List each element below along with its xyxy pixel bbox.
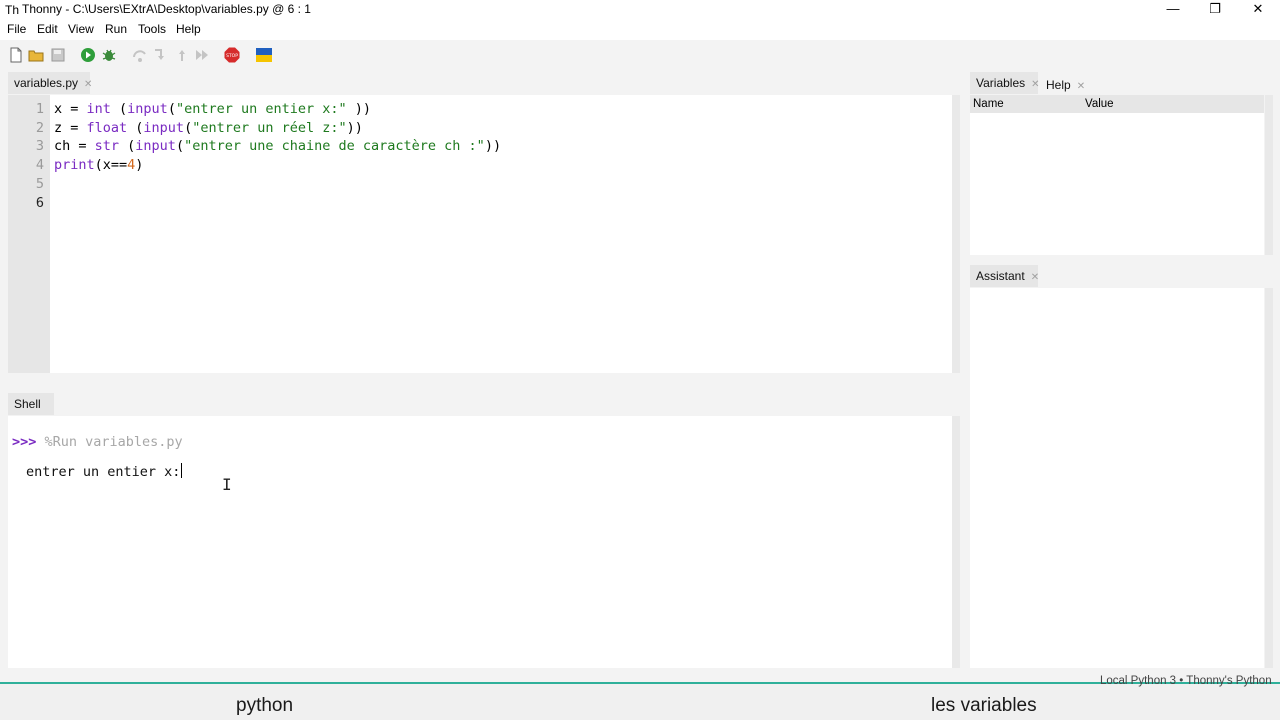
tab-label: Variables xyxy=(976,76,1026,90)
caption-left: python xyxy=(236,695,294,716)
menu-bar: File Edit View Run Tools Help xyxy=(0,19,1280,40)
tab-label: variables.py xyxy=(14,76,79,90)
tab-label: Assistant xyxy=(976,269,1025,283)
thonny-window: Th Thonny - C:\Users\EXtrA\Desktop\varia… xyxy=(0,0,1280,687)
assistant-panel xyxy=(970,288,1264,668)
shell-scrollbar[interactable] xyxy=(952,416,960,668)
open-folder-icon[interactable] xyxy=(28,47,44,63)
tab-shell[interactable]: Shell xyxy=(8,393,54,415)
code-line: z = float (input("entrer un réel z:")) xyxy=(54,120,363,136)
line-number: 3 xyxy=(35,138,44,154)
close-tab-icon[interactable]: ✕ xyxy=(1031,272,1039,283)
code-line: ch = str (input("entrer une chaine de ca… xyxy=(54,138,502,154)
menu-help[interactable]: Help xyxy=(176,22,201,36)
line-number: 4 xyxy=(35,157,44,173)
prompt-symbol: >>> xyxy=(12,434,37,450)
column-name-header[interactable]: Name xyxy=(973,98,1004,110)
tab-variables[interactable]: Variables ✕ xyxy=(970,72,1040,94)
interpreter-status[interactable]: Local Python 3 • Thonny's Python xyxy=(1100,675,1272,687)
shell-console[interactable]: >>> %Run variables.py entrer un entier x… xyxy=(8,416,952,668)
line-number-gutter: 1 2 3 4 5 6 xyxy=(8,95,50,373)
title-bar: Th Thonny - C:\Users\EXtrA\Desktop\varia… xyxy=(0,0,1280,19)
step-into-icon[interactable] xyxy=(152,47,168,63)
close-tab-icon[interactable]: ✕ xyxy=(1077,81,1085,92)
line-number: 1 xyxy=(35,101,44,117)
variables-table-header: Name Value xyxy=(970,95,1264,113)
mouse-cursor-icon: I xyxy=(222,475,232,494)
line-number: 2 xyxy=(35,120,44,136)
caption-right: les variables xyxy=(931,695,1037,716)
menu-tools[interactable]: Tools xyxy=(138,22,166,36)
column-value-header[interactable]: Value xyxy=(1085,98,1114,110)
close-tab-icon[interactable]: ✕ xyxy=(1031,79,1039,90)
assistant-scrollbar[interactable] xyxy=(1265,288,1273,668)
debug-icon[interactable] xyxy=(101,47,117,63)
close-window-button[interactable]: ✕ xyxy=(1235,0,1280,19)
code-editor[interactable]: 1 2 3 4 5 6 x = int (input("entrer un en… xyxy=(8,95,952,373)
tab-label: Shell xyxy=(14,397,41,411)
minimize-button[interactable]: — xyxy=(1150,0,1196,19)
resume-icon[interactable] xyxy=(194,47,210,63)
line-number: 5 xyxy=(35,176,44,192)
close-tab-icon[interactable]: ✕ xyxy=(84,79,92,90)
step-over-icon[interactable] xyxy=(132,47,148,63)
current-line-number: 6 xyxy=(35,195,44,211)
step-out-icon[interactable] xyxy=(174,47,190,63)
toolbar: STOP xyxy=(0,40,1280,70)
run-icon[interactable] xyxy=(80,47,96,63)
maximize-button[interactable]: ❐ xyxy=(1192,0,1238,19)
run-command: %Run variables.py xyxy=(36,434,183,450)
variables-scrollbar[interactable] xyxy=(1265,95,1273,255)
tab-assistant[interactable]: Assistant ✕ xyxy=(970,265,1039,287)
ukraine-flag-icon[interactable] xyxy=(256,47,272,63)
variables-panel xyxy=(970,95,1264,255)
code-line: x = int (input("entrer un entier x:" )) xyxy=(54,101,372,117)
shell-output: entrer un entier x: xyxy=(26,463,183,480)
menu-view[interactable]: View xyxy=(68,22,94,36)
menu-run[interactable]: Run xyxy=(105,22,127,36)
tab-help[interactable]: Help ✕ xyxy=(1040,74,1092,96)
text-caret xyxy=(181,463,183,478)
editor-scrollbar[interactable] xyxy=(952,95,960,373)
tab-label: Help xyxy=(1046,78,1071,92)
shell-prompt-line: >>> %Run variables.py xyxy=(12,434,183,450)
new-file-icon[interactable] xyxy=(8,47,24,63)
tab-variables-py[interactable]: variables.py ✕ xyxy=(8,72,92,94)
menu-edit[interactable]: Edit xyxy=(37,22,58,36)
save-icon[interactable] xyxy=(50,47,66,63)
code-line: print(x==4) xyxy=(54,157,144,173)
svg-text:STOP: STOP xyxy=(226,53,238,59)
menu-file[interactable]: File xyxy=(7,22,26,36)
stop-icon[interactable]: STOP xyxy=(224,47,240,63)
thonny-app-icon: Th xyxy=(5,3,20,17)
window-title: Thonny - C:\Users\EXtrA\Desktop\variable… xyxy=(22,2,311,16)
